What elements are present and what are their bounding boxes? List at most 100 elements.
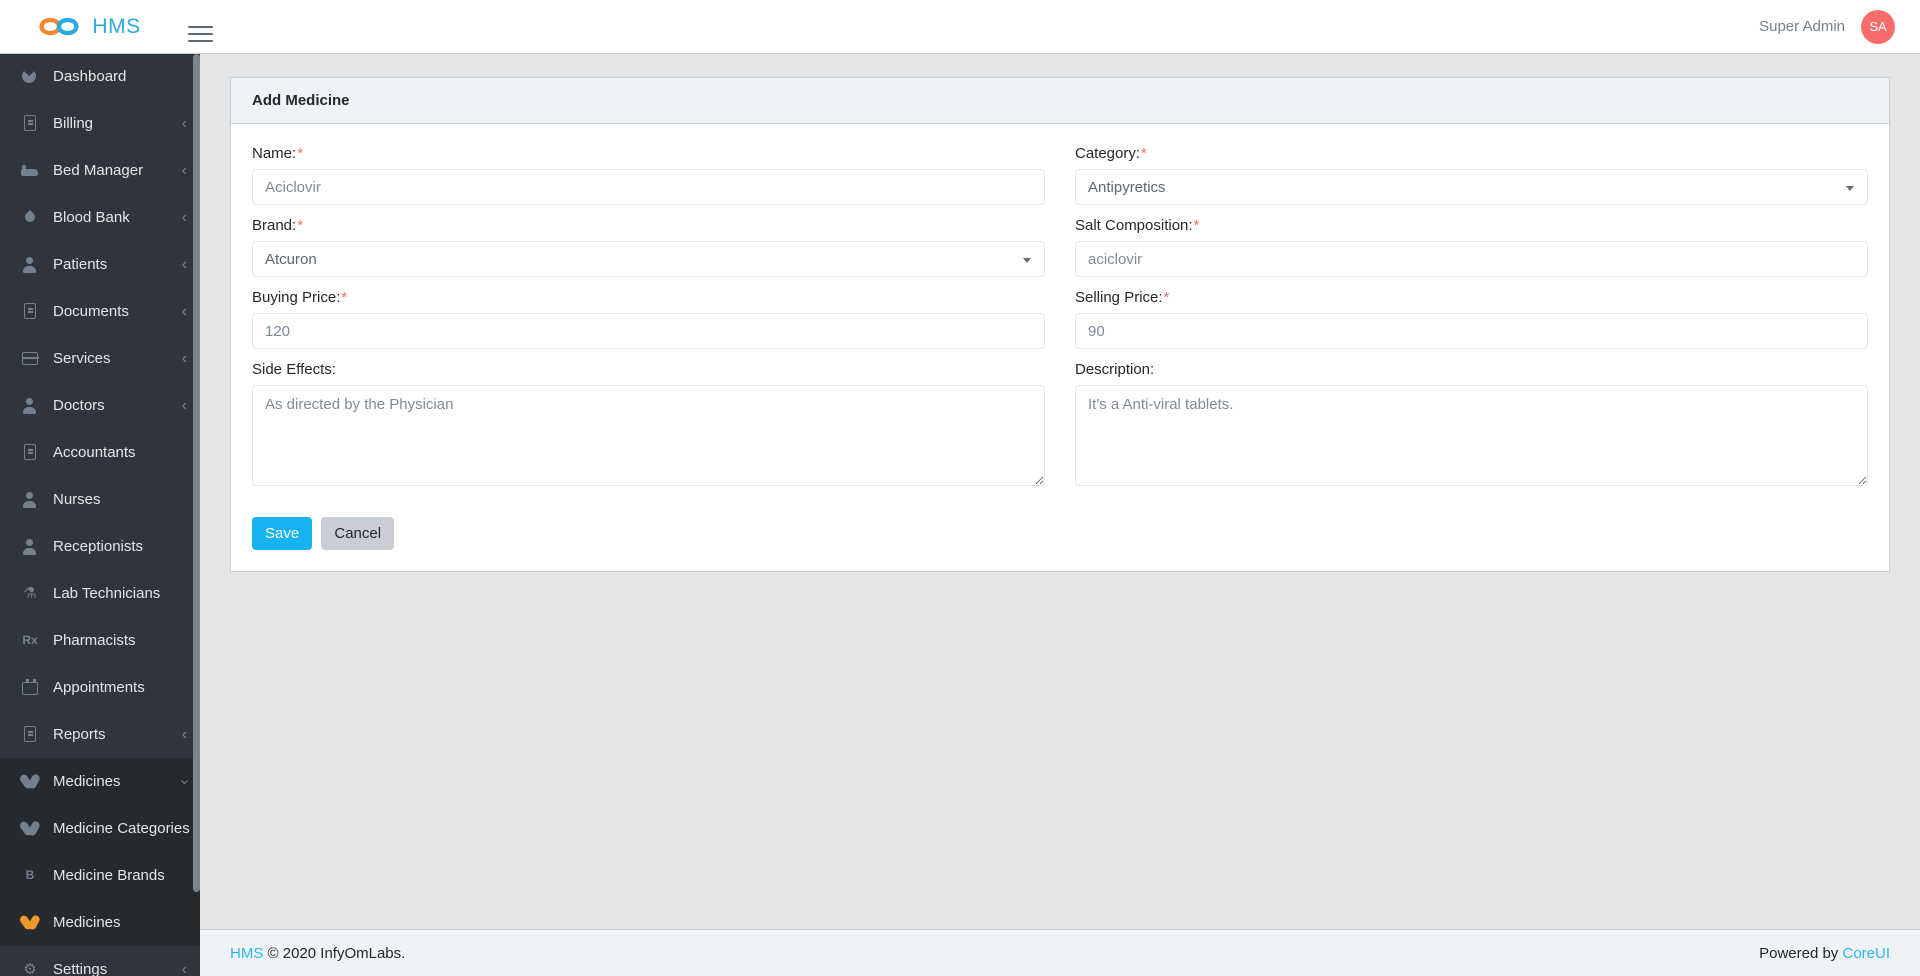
- sidebar-item-label: Medicines: [53, 914, 121, 931]
- field-buying-price: Buying Price:*: [252, 289, 1045, 349]
- category-select[interactable]: Antipyretics: [1075, 169, 1868, 205]
- side-effects-textarea[interactable]: As directed by the Physician: [252, 385, 1045, 486]
- sidebar-item-label: Settings: [53, 961, 108, 976]
- buying-price-label: Buying Price:*: [252, 289, 348, 306]
- field-name: Name:*: [252, 145, 1045, 205]
- caret-down-icon: [1023, 258, 1031, 263]
- form-actions: Save Cancel: [252, 517, 1045, 550]
- sidebar-item-label: Pharmacists: [53, 632, 136, 649]
- app-header: HMS Super Admin SA: [0, 0, 1920, 54]
- gear-icon: ⚙: [23, 961, 37, 976]
- cancel-button[interactable]: Cancel: [321, 517, 395, 550]
- brand-label: Brand:*: [252, 217, 304, 234]
- caret-down-icon: [1846, 186, 1854, 191]
- selling-price-input[interactable]: [1075, 313, 1868, 349]
- powered-by-text: Powered by: [1759, 944, 1839, 962]
- sidebar-item-reports[interactable]: Reports ‹: [0, 711, 200, 758]
- nurse-icon: [21, 491, 39, 508]
- pills-icon: [21, 820, 39, 837]
- sidebar-item-label: Documents: [53, 303, 129, 320]
- brand-b-icon: B: [25, 868, 35, 882]
- add-medicine-card: Add Medicine Name:* Category:* Antipyret…: [230, 77, 1890, 572]
- sidebar: Dashboard Billing ‹ Bed Manager ‹ Blood …: [0, 53, 200, 976]
- rx-prescription-icon: Rx: [22, 633, 38, 647]
- chevron-icon: ‹: [181, 208, 187, 226]
- required-asterisk: *: [1141, 145, 1147, 162]
- footer-hms-link[interactable]: HMS: [230, 945, 263, 962]
- salt-composition-input[interactable]: [1075, 241, 1868, 277]
- sidebar-toggle-button[interactable]: [188, 17, 214, 37]
- sidebar-item-label: Blood Bank: [53, 209, 130, 226]
- category-selected-value: Antipyretics: [1088, 178, 1166, 196]
- footer-coreui-link[interactable]: CoreUI: [1842, 945, 1890, 962]
- name-label: Name:*: [252, 145, 304, 162]
- sidebar-item-medicine-brands[interactable]: B Medicine Brands: [0, 852, 200, 899]
- brand-logo[interactable]: HMS: [12, 13, 162, 40]
- selling-price-label: Selling Price:*: [1075, 289, 1170, 306]
- sidebar-item-nurses[interactable]: Nurses: [0, 476, 200, 523]
- sidebar-item-label: Lab Technicians: [53, 585, 161, 602]
- chevron-icon: ‹: [181, 349, 187, 367]
- required-asterisk: *: [297, 217, 304, 234]
- chevron-icon: ‹: [175, 778, 193, 785]
- sidebar-item-lab-technicians[interactable]: ⚗ Lab Technicians: [0, 570, 200, 617]
- sidebar-item-documents[interactable]: Documents ‹: [0, 288, 200, 335]
- services-box-icon: [21, 350, 39, 367]
- sidebar-item-appointments[interactable]: Appointments: [0, 664, 200, 711]
- name-input[interactable]: [252, 169, 1045, 205]
- pie-chart-icon: [21, 68, 39, 85]
- sidebar-item-services[interactable]: Services ‹: [0, 335, 200, 382]
- sidebar-item-label: Medicine Brands: [53, 867, 165, 884]
- description-textarea[interactable]: It's a Anti-viral tablets.: [1075, 385, 1868, 486]
- card-body: Name:* Category:* Antipyretics Brand:* A…: [231, 124, 1889, 571]
- sidebar-item-patients[interactable]: Patients ‹: [0, 241, 200, 288]
- sidebar-item-label: Medicine Categories: [53, 820, 190, 837]
- sidebar-item-label: Appointments: [53, 679, 145, 696]
- field-category: Category:* Antipyretics: [1075, 145, 1868, 205]
- required-asterisk: *: [1193, 217, 1200, 234]
- calendar-check-icon: [21, 679, 39, 696]
- document-icon: [21, 303, 39, 320]
- app-footer: HMS © 2020 InfyOmLabs. Powered by CoreUI: [200, 929, 1920, 976]
- sidebar-item-label: Reports: [53, 726, 106, 743]
- sidebar-item-accountants[interactable]: Accountants: [0, 429, 200, 476]
- sidebar-item-medicines[interactable]: Medicines: [0, 899, 200, 946]
- sidebar-item-billing[interactable]: Billing ‹: [0, 100, 200, 147]
- invoice-icon: [21, 115, 39, 132]
- avatar[interactable]: SA: [1861, 9, 1895, 44]
- pills-icon: [21, 773, 39, 790]
- sidebar-item-receptionists[interactable]: Receptionists: [0, 523, 200, 570]
- copyright-text: © 2020 InfyOmLabs.: [267, 944, 406, 962]
- sidebar-item-settings[interactable]: ⚙ Settings ‹: [0, 946, 200, 976]
- sidebar-scrollbar[interactable]: [193, 54, 200, 892]
- buying-price-input[interactable]: [252, 313, 1045, 349]
- save-button[interactable]: Save: [252, 517, 313, 550]
- chevron-icon: ‹: [181, 302, 187, 320]
- sidebar-item-pharmacists[interactable]: Rx Pharmacists: [0, 617, 200, 664]
- sidebar-item-label: Bed Manager: [53, 162, 144, 179]
- chevron-icon: ‹: [181, 255, 187, 273]
- sidebar-nav: Dashboard Billing ‹ Bed Manager ‹ Blood …: [0, 53, 200, 976]
- field-side-effects: Side Effects: As directed by the Physici…: [252, 361, 1045, 490]
- chevron-icon: ‹: [181, 960, 187, 976]
- patient-icon: [21, 256, 39, 273]
- bed-icon: [21, 162, 39, 179]
- sidebar-group-medicines[interactable]: Medicines ‹: [0, 758, 200, 805]
- lab-flask-icon: ⚗: [23, 585, 37, 602]
- brand-select[interactable]: Atcuron: [252, 241, 1045, 277]
- sidebar-item-blood-bank[interactable]: Blood Bank ‹: [0, 194, 200, 241]
- footer-left: HMS © 2020 InfyOmLabs.: [230, 945, 405, 962]
- sidebar-item-label: Medicines: [53, 773, 121, 790]
- side-effects-label: Side Effects:: [252, 361, 336, 378]
- sidebar-item-label: Receptionists: [53, 538, 144, 555]
- required-asterisk: *: [1163, 289, 1170, 306]
- footer-right: Powered by CoreUI: [1759, 945, 1890, 962]
- sidebar-item-label: Patients: [53, 256, 108, 273]
- sidebar-item-label: Nurses: [53, 491, 101, 508]
- category-label: Category:*: [1075, 145, 1147, 162]
- sidebar-item-medicine-categories[interactable]: Medicine Categories: [0, 805, 200, 852]
- salt-composition-label: Salt Composition:*: [1075, 217, 1200, 234]
- sidebar-item-dashboard[interactable]: Dashboard: [0, 53, 200, 100]
- sidebar-item-doctors[interactable]: Doctors ‹: [0, 382, 200, 429]
- sidebar-item-bed-manager[interactable]: Bed Manager ‹: [0, 147, 200, 194]
